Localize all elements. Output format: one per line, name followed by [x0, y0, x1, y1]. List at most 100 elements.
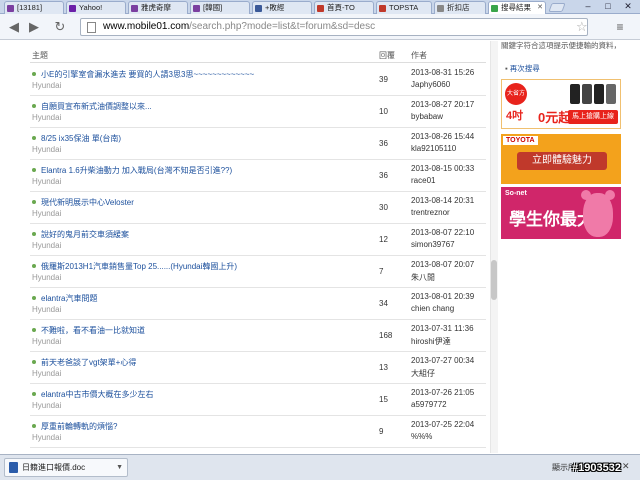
author-link[interactable]: hiroshi伊達: [411, 336, 451, 347]
tab[interactable]: Yahoo!: [66, 1, 126, 14]
url-path: /search.php?mode=list&t=forum&sd=desc: [189, 21, 376, 32]
thread-title-link[interactable]: 俄羅斯2013H1汽車銷售量Top 25......(Hyundai韓國上升): [41, 261, 237, 272]
thread-title-link[interactable]: 現代新明展示中心Veloster: [41, 197, 134, 208]
forum-name[interactable]: Hyundai: [32, 81, 61, 90]
tab[interactable]: 折扣店: [434, 1, 486, 14]
download-filename: 日籍進口報價.doc: [22, 463, 86, 472]
back-button[interactable]: ◀: [6, 19, 22, 35]
forum-name[interactable]: Hyundai: [32, 113, 61, 122]
forum-name[interactable]: Hyundai: [32, 433, 61, 442]
close-shelf-icon[interactable]: ✕: [622, 461, 630, 472]
forum-name[interactable]: Hyundai: [32, 177, 61, 186]
watermark: #1903532: [572, 462, 621, 474]
tab[interactable]: 雅虎奇摩: [128, 1, 188, 14]
minimize-button[interactable]: –: [578, 0, 598, 13]
author-link[interactable]: chien chang: [411, 304, 454, 313]
author-link[interactable]: 大組仔: [411, 368, 435, 379]
author-link[interactable]: 朱八閒: [411, 272, 435, 283]
author-link[interactable]: %%%: [411, 432, 432, 441]
post-date: 2013-08-27 20:17: [411, 100, 475, 109]
close-window-button[interactable]: ✕: [618, 0, 638, 13]
post-date: 2013-08-01 20:39: [411, 292, 475, 301]
tab-favicon-icon: [69, 5, 76, 12]
tab-favicon-icon: [7, 5, 14, 12]
toyota-ad-banner[interactable]: TOYOTA 立即體驗魅力: [501, 134, 621, 184]
bullet-icon: [32, 296, 36, 300]
thread-title-link[interactable]: 8/25 ix35保油 單(台南): [41, 133, 121, 144]
reload-button[interactable]: ↻: [52, 19, 68, 35]
post-date: 2013-07-25 22:04: [411, 420, 475, 429]
tab-strip: [13181] Yahoo! 雅虎奇摩 [韓國] +敗經 首頁-TO TOPST…: [0, 0, 640, 15]
bullet-icon: [32, 136, 36, 140]
author-link[interactable]: kla92105110: [411, 144, 456, 153]
reply-count: 168: [379, 331, 393, 340]
tab[interactable]: 首頁-TO: [314, 1, 374, 14]
forum-name[interactable]: Hyundai: [32, 305, 61, 314]
thread-title-link[interactable]: 厚重前輪轉軌的煩惱?: [41, 421, 117, 432]
forum-name[interactable]: Hyundai: [32, 241, 61, 250]
bullet-icon: [32, 232, 36, 236]
author-link[interactable]: bybabaw: [411, 112, 443, 121]
thread-title-link[interactable]: 不難啦，看不看油一比就知道: [41, 325, 145, 336]
maximize-button[interactable]: □: [598, 0, 618, 13]
forum-name[interactable]: Hyundai: [32, 401, 61, 410]
ad-experience-button[interactable]: 立即體驗魅力: [517, 152, 607, 170]
bullet-icon: [32, 168, 36, 172]
menu-wrench-icon[interactable]: ≡: [612, 19, 628, 35]
tab-label: 雅虎奇摩: [141, 3, 171, 12]
author-link[interactable]: trentreznor: [411, 208, 450, 217]
table-row: Elantra 1.6升柴油動力 加入戰局(台灣不知是否引進??) Hyundai…: [30, 160, 486, 192]
reply-count: 12: [379, 235, 388, 244]
address-bar[interactable]: www.mobile01.com/search.php?mode=list&t=…: [80, 18, 588, 36]
tab[interactable]: [13181]: [4, 1, 64, 14]
ad-buy-button[interactable]: 馬上搶購上線: [568, 110, 618, 124]
tab[interactable]: TOPSTA: [376, 1, 432, 14]
ad-slogan: 學生你最大: [509, 210, 594, 229]
bookmark-star-icon[interactable]: ☆: [576, 19, 588, 35]
author-link[interactable]: a5979772: [411, 400, 447, 409]
author-link[interactable]: race01: [411, 176, 435, 185]
scrollbar-thumb[interactable]: [491, 260, 497, 300]
thread-title-link[interactable]: Elantra 1.6升柴油動力 加入戰局(台灣不知是否引進??): [41, 165, 232, 176]
author-link[interactable]: simon39767: [411, 240, 455, 249]
phone-ad-banner[interactable]: 大省方案 4吋 0元起 馬上搶購上線: [501, 79, 621, 129]
tab-label: [13181]: [17, 3, 43, 12]
reply-count: 7: [379, 267, 384, 276]
tab-label: [韓國]: [203, 3, 223, 12]
tab-active[interactable]: 搜尋結果 ✕: [488, 1, 546, 15]
new-tab-button[interactable]: [548, 3, 566, 12]
post-date: 2013-08-07 22:10: [411, 228, 475, 237]
scrollbar-track[interactable]: [490, 41, 498, 453]
forum-name[interactable]: Hyundai: [32, 209, 61, 218]
forum-name[interactable]: Hyundai: [32, 145, 61, 154]
chevron-down-icon[interactable]: ▼: [116, 459, 123, 476]
download-item[interactable]: 日籍進口報價.doc ▼: [4, 458, 128, 477]
thread-title-link[interactable]: 自願買宣布新式油價調整以來...: [41, 101, 152, 112]
forum-name[interactable]: Hyundai: [32, 369, 61, 378]
table-row: 自願買宣布新式油價調整以來... Hyundai 10 2013-08-27 20:1…: [30, 96, 486, 128]
forward-button[interactable]: ▶: [26, 19, 42, 35]
sonet-ad-banner[interactable]: So-net 學生你最大: [501, 187, 621, 239]
thread-title-link[interactable]: 說好的鬼月前交車須緩案: [41, 229, 129, 240]
thread-title-link[interactable]: elantra汽車問題: [41, 293, 97, 304]
header-author: 作者: [411, 51, 427, 60]
forum-name[interactable]: Hyundai: [32, 273, 61, 282]
tab[interactable]: [韓國]: [190, 1, 250, 14]
search-note: 關鍵字符合這項提示便捷輸的資料，: [501, 41, 621, 50]
thread-title-link[interactable]: 小E的引擎室會漏水進去 要買的人請3思3思~~~~~~~~~~~~~: [41, 69, 254, 80]
tab-favicon-icon: [491, 5, 498, 12]
tab[interactable]: +敗經: [252, 1, 312, 14]
table-row: elantra汽車問題 Hyundai 34 2013-08-01 20:39 chie…: [30, 288, 486, 320]
bullet-icon: [32, 104, 36, 108]
reply-count: 15: [379, 395, 388, 404]
tab-favicon-icon: [379, 5, 386, 12]
thread-title-link[interactable]: elantra中古市價大概在多少左右: [41, 389, 153, 400]
author-link[interactable]: Japhy6060: [411, 80, 450, 89]
header-title: 主題: [32, 51, 48, 60]
tab-favicon-icon: [131, 5, 138, 12]
search-again-link[interactable]: 再次搜尋: [505, 63, 540, 74]
forum-name[interactable]: Hyundai: [32, 337, 61, 346]
table-row: 小E的引擎室會漏水進去 要買的人請3思3思~~~~~~~~~~~~~ Hyunda…: [30, 64, 486, 96]
thread-title-link[interactable]: 前天老爸談了vgt架單+心得: [41, 357, 136, 368]
tab-close-icon[interactable]: ✕: [537, 2, 543, 14]
